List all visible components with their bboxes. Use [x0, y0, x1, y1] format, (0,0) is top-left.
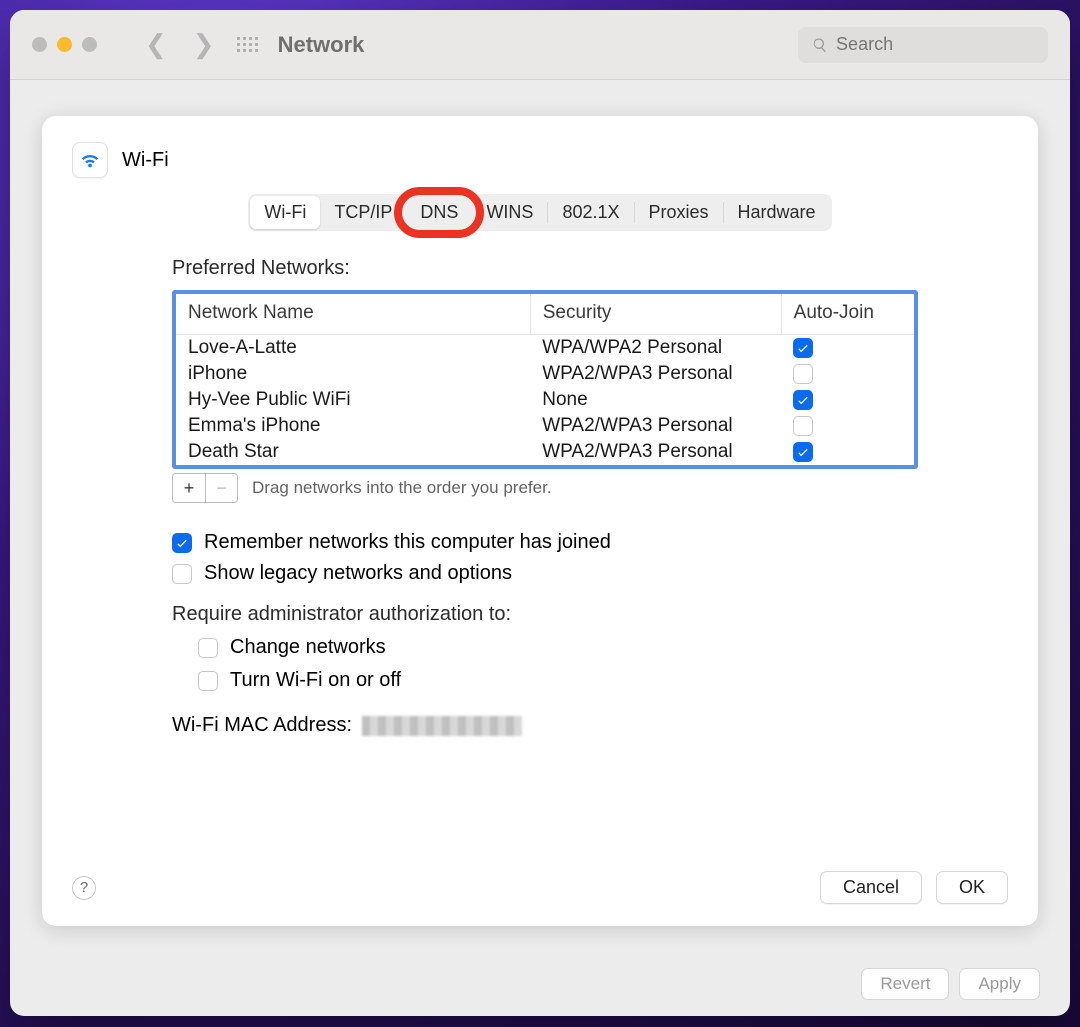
- search-input[interactable]: [836, 34, 1034, 55]
- window-controls: [32, 37, 97, 52]
- tab-wins[interactable]: WINS: [472, 196, 547, 229]
- tab-wifi[interactable]: Wi-Fi: [250, 196, 320, 229]
- sheet-title: Wi-Fi: [122, 149, 169, 172]
- network-name-cell: Love-A-Latte: [176, 335, 530, 362]
- add-network-button[interactable]: +: [173, 474, 205, 502]
- table-row[interactable]: Death StarWPA2/WPA3 Personal: [176, 439, 914, 465]
- preferred-networks-label: Preferred Networks:: [172, 257, 918, 280]
- remember-networks-label: Remember networks this computer has join…: [204, 531, 611, 554]
- change-networks-label: Change networks: [230, 636, 386, 659]
- auto-join-checkbox[interactable]: [793, 338, 813, 358]
- admin-auth-label: Require administrator authorization to:: [172, 603, 918, 626]
- col-auto-join[interactable]: Auto-Join: [781, 294, 914, 335]
- help-button[interactable]: ?: [72, 876, 96, 900]
- system-preferences-window: ❮ ❯ Network Revert Apply Wi-Fi Wi-FiTCP/…: [10, 10, 1070, 1016]
- auto-join-checkbox[interactable]: [793, 416, 813, 436]
- tab-hardware[interactable]: Hardware: [724, 196, 830, 229]
- table-row[interactable]: iPhoneWPA2/WPA3 Personal: [176, 361, 914, 387]
- minimize-window-button[interactable]: [57, 37, 72, 52]
- cancel-button[interactable]: Cancel: [820, 871, 922, 904]
- show-legacy-label: Show legacy networks and options: [204, 562, 512, 585]
- network-name-cell: Death Star: [176, 439, 530, 465]
- all-prefs-icon[interactable]: [237, 37, 258, 52]
- table-row[interactable]: Emma's iPhoneWPA2/WPA3 Personal: [176, 413, 914, 439]
- search-icon: [812, 36, 828, 54]
- show-legacy-checkbox[interactable]: [172, 564, 192, 584]
- forward-button[interactable]: ❯: [185, 29, 223, 60]
- revert-button[interactable]: Revert: [861, 968, 949, 1000]
- add-remove-buttons: + −: [172, 473, 238, 503]
- drag-hint: Drag networks into the order you prefer.: [252, 478, 552, 498]
- window-footer: Revert Apply: [861, 968, 1040, 1000]
- ok-button[interactable]: OK: [936, 871, 1008, 904]
- auto-join-checkbox[interactable]: [793, 442, 813, 462]
- col-network-name[interactable]: Network Name: [176, 294, 530, 335]
- titlebar: ❮ ❯ Network: [10, 10, 1070, 80]
- mac-address-label: Wi-Fi MAC Address:: [172, 714, 352, 737]
- wifi-advanced-sheet: Wi-Fi Wi-FiTCP/IPDNSWINS802.1XProxiesHar…: [42, 116, 1038, 926]
- wifi-icon: [72, 142, 108, 178]
- auto-join-checkbox[interactable]: [793, 390, 813, 410]
- zoom-window-button[interactable]: [82, 37, 97, 52]
- search-field[interactable]: [798, 27, 1048, 63]
- change-networks-checkbox[interactable]: [198, 638, 218, 658]
- table-row[interactable]: Love-A-LatteWPA/WPA2 Personal: [176, 335, 914, 362]
- auto-join-checkbox[interactable]: [793, 364, 813, 384]
- col-security[interactable]: Security: [530, 294, 781, 335]
- tab-bar: Wi-FiTCP/IPDNSWINS802.1XProxiesHardware: [248, 194, 831, 231]
- turn-wifi-checkbox[interactable]: [198, 671, 218, 691]
- preferred-networks-table[interactable]: Network Name Security Auto-Join Love-A-L…: [172, 290, 918, 469]
- back-button[interactable]: ❮: [137, 29, 175, 60]
- security-cell: WPA/WPA2 Personal: [530, 335, 781, 362]
- table-row[interactable]: Hy-Vee Public WiFiNone: [176, 387, 914, 413]
- tab-proxies[interactable]: Proxies: [635, 196, 723, 229]
- security-cell: WPA2/WPA3 Personal: [530, 413, 781, 439]
- security-cell: None: [530, 387, 781, 413]
- tab-dns[interactable]: DNS: [406, 196, 472, 229]
- security-cell: WPA2/WPA3 Personal: [530, 439, 781, 465]
- network-name-cell: Hy-Vee Public WiFi: [176, 387, 530, 413]
- turn-wifi-label: Turn Wi-Fi on or off: [230, 669, 401, 692]
- remember-networks-checkbox[interactable]: [172, 533, 192, 553]
- network-name-cell: Emma's iPhone: [176, 413, 530, 439]
- apply-button[interactable]: Apply: [959, 968, 1040, 1000]
- tab-8021x[interactable]: 802.1X: [548, 196, 633, 229]
- security-cell: WPA2/WPA3 Personal: [530, 361, 781, 387]
- network-name-cell: iPhone: [176, 361, 530, 387]
- close-window-button[interactable]: [32, 37, 47, 52]
- tab-tcpip[interactable]: TCP/IP: [320, 196, 406, 229]
- window-title: Network: [278, 32, 365, 58]
- mac-address-value: [362, 716, 522, 736]
- remove-network-button[interactable]: −: [205, 474, 237, 502]
